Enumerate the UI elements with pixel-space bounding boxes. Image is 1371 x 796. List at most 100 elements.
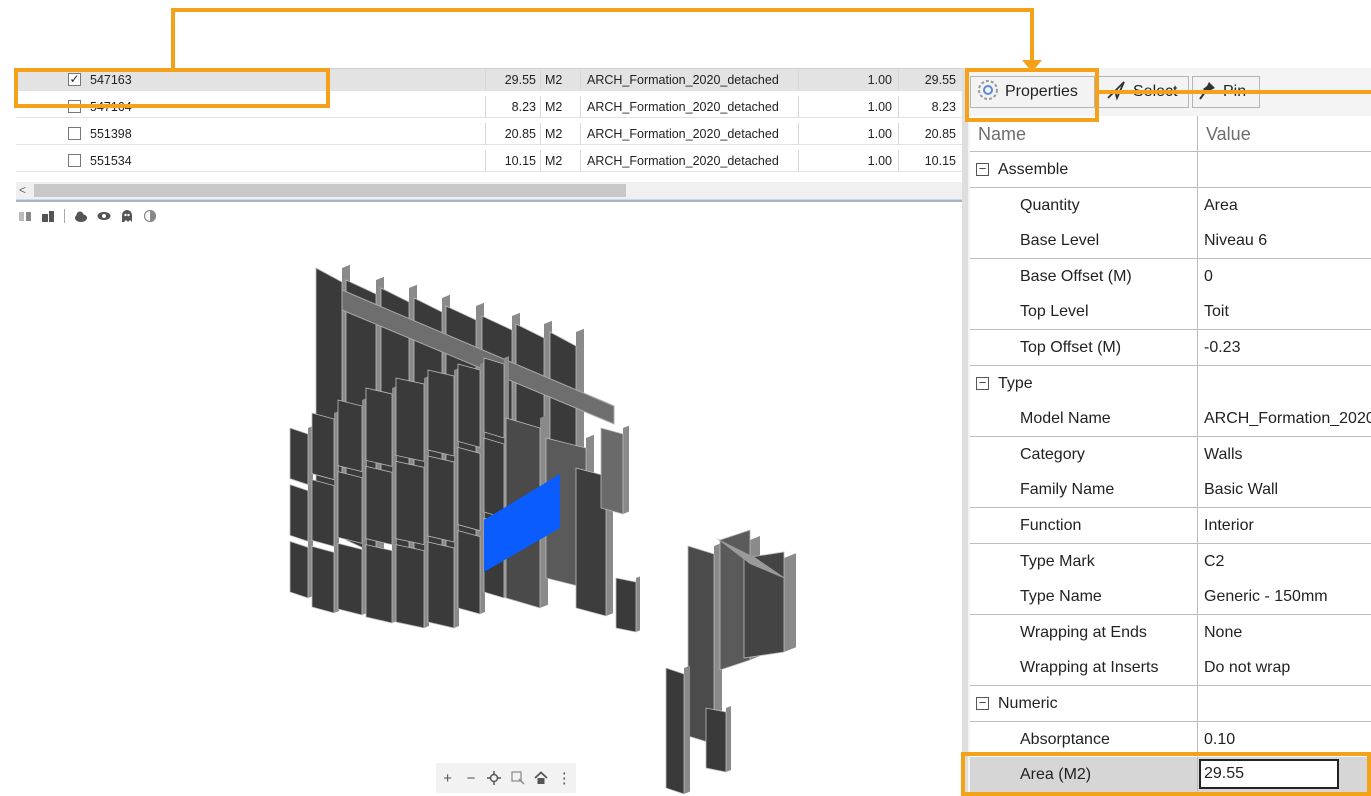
- collapse-toggle-icon[interactable]: −: [976, 696, 989, 710]
- wall-panel[interactable]: [365, 464, 397, 546]
- properties-button[interactable]: Properties: [970, 76, 1095, 108]
- section-icon[interactable]: [18, 209, 32, 223]
- viewer-toolbar: [18, 206, 157, 226]
- wall-panel[interactable]: [483, 436, 509, 519]
- property-row[interactable]: Area (M2) 29.55: [970, 757, 1371, 794]
- property-group[interactable]: − Assemble: [970, 152, 1371, 188]
- property-row[interactable]: Category Walls: [970, 436, 1371, 473]
- cell-total: 10.15: [899, 150, 962, 172]
- table-row[interactable]: 551534 10.15 M2 ARCH_Formation_2020_detache…: [16, 150, 962, 172]
- wall-panel[interactable]: [365, 386, 397, 467]
- wall-panel[interactable]: [311, 477, 339, 547]
- wall-panel[interactable]: [457, 362, 485, 448]
- wall-panel[interactable]: [311, 544, 339, 614]
- property-value-editor[interactable]: 29.55: [1199, 759, 1339, 790]
- property-row[interactable]: Model Name ARCH_Formation_2020_detached: [970, 401, 1371, 438]
- table-row[interactable]: 547164 8.23 M2 ARCH_Formation_2020_detached…: [16, 96, 962, 118]
- cell-value: 20.85: [486, 123, 541, 145]
- scroll-left-icon[interactable]: <: [19, 182, 26, 199]
- property-row[interactable]: Top Offset (M) -0.23: [970, 330, 1371, 366]
- wall-panel[interactable]: [337, 398, 367, 473]
- element-id: 547164: [90, 100, 132, 114]
- wall-panel[interactable]: [705, 706, 731, 773]
- ghost-icon[interactable]: [120, 209, 134, 223]
- property-row[interactable]: Top Level Toit: [970, 294, 1371, 331]
- zoom-out-icon[interactable]: −: [462, 769, 480, 787]
- row-checkbox[interactable]: [68, 100, 81, 113]
- property-name-cell: Function: [970, 508, 1198, 544]
- grid-header-value[interactable]: Value: [1198, 116, 1371, 152]
- property-row[interactable]: Quantity Area: [970, 187, 1371, 224]
- wall-panel[interactable]: [311, 411, 339, 481]
- zoom-window-icon[interactable]: [509, 769, 527, 787]
- horizontal-scrollbar[interactable]: <: [16, 182, 962, 200]
- wall-panel[interactable]: [457, 445, 485, 532]
- property-value: Generic - 150mm: [1204, 588, 1328, 606]
- property-name: Category: [1020, 445, 1085, 463]
- property-name-cell: Category: [970, 436, 1198, 473]
- pan-icon[interactable]: [485, 769, 503, 787]
- table-row[interactable]: 551398 20.85 M2 ARCH_Formation_2020_detache…: [16, 123, 962, 145]
- more-options-icon[interactable]: ⋮: [555, 769, 573, 787]
- property-row[interactable]: Family Name Basic Wall: [970, 472, 1371, 509]
- property-row[interactable]: Type Mark C2: [970, 543, 1371, 580]
- home-icon[interactable]: [532, 769, 550, 787]
- table-row[interactable]: ✓ 547163 29.55 M2 ARCH_Formation_2020_detach…: [16, 69, 962, 91]
- property-group[interactable]: − Type: [970, 365, 1371, 402]
- cube-icon[interactable]: [41, 209, 55, 223]
- property-name: Base Level: [1020, 232, 1100, 250]
- wall-panel[interactable]: [457, 528, 485, 615]
- property-name: Wrapping at Ends: [1020, 623, 1147, 641]
- wall-panel[interactable]: [395, 376, 429, 462]
- wall-panel[interactable]: [289, 539, 313, 599]
- contrast-icon[interactable]: [143, 209, 157, 223]
- property-value-cell: 29.55: [1198, 757, 1371, 794]
- property-name: Wrapping at Inserts: [1020, 659, 1159, 677]
- wall-panel[interactable]: [615, 576, 640, 633]
- wall-panel[interactable]: [289, 482, 313, 542]
- wall-panel[interactable]: [665, 665, 690, 795]
- property-name-cell: Top Level: [970, 294, 1198, 331]
- wall-panel[interactable]: [600, 425, 629, 515]
- property-value-cell: [1198, 686, 1371, 722]
- wall-panel[interactable]: [337, 541, 367, 616]
- pane-splitter[interactable]: [16, 200, 962, 202]
- property-row[interactable]: Base Offset (M) 0: [970, 258, 1371, 295]
- wall-panel[interactable]: [365, 542, 397, 624]
- row-checkbox[interactable]: ✓: [68, 73, 81, 86]
- row-checkbox[interactable]: [68, 154, 81, 167]
- eye-icon[interactable]: [97, 209, 111, 223]
- property-row[interactable]: Wrapping at Ends None: [970, 614, 1371, 651]
- property-row[interactable]: Function Interior: [970, 508, 1371, 544]
- 3d-viewer[interactable]: [16, 228, 962, 796]
- cell-model: ARCH_Formation_2020_detached: [581, 150, 799, 172]
- property-row[interactable]: Type Name Generic - 150mm: [970, 579, 1371, 616]
- wall-panel[interactable]: [427, 368, 459, 457]
- grid-header-name[interactable]: Name: [970, 116, 1198, 152]
- collapse-toggle-icon[interactable]: −: [976, 376, 989, 390]
- property-name-cell: Base Offset (M): [970, 258, 1198, 295]
- property-group[interactable]: − Numeric: [970, 686, 1371, 722]
- wall-panel[interactable]: [395, 459, 429, 546]
- property-row[interactable]: Base Level Niveau 6: [970, 223, 1371, 260]
- property-row[interactable]: Wrapping at Inserts Do not wrap: [970, 650, 1371, 687]
- wall-panel[interactable]: [483, 356, 509, 439]
- collapse-toggle-icon[interactable]: −: [976, 162, 989, 176]
- zoom-in-icon[interactable]: +: [439, 769, 457, 787]
- property-row[interactable]: Absorptance 0.10: [970, 721, 1371, 758]
- property-name: Family Name: [1020, 481, 1115, 499]
- cell-total: 20.85: [899, 123, 962, 145]
- wall-panel[interactable]: [427, 454, 459, 543]
- building-model[interactable]: [16, 228, 962, 796]
- wall-panel[interactable]: [427, 540, 459, 629]
- row-checkbox[interactable]: [68, 127, 81, 140]
- cloud-icon[interactable]: [74, 209, 88, 223]
- scrollbar-thumb[interactable]: [34, 184, 626, 197]
- wall-panel[interactable]: [337, 469, 367, 544]
- properties-gear-icon: [977, 79, 999, 106]
- property-name-cell: Absorptance: [970, 721, 1198, 758]
- cell-value: 10.15: [486, 150, 541, 172]
- wall-panel[interactable]: [395, 542, 429, 629]
- wall-panel[interactable]: [289, 426, 313, 486]
- property-name: Base Offset (M): [1020, 267, 1132, 285]
